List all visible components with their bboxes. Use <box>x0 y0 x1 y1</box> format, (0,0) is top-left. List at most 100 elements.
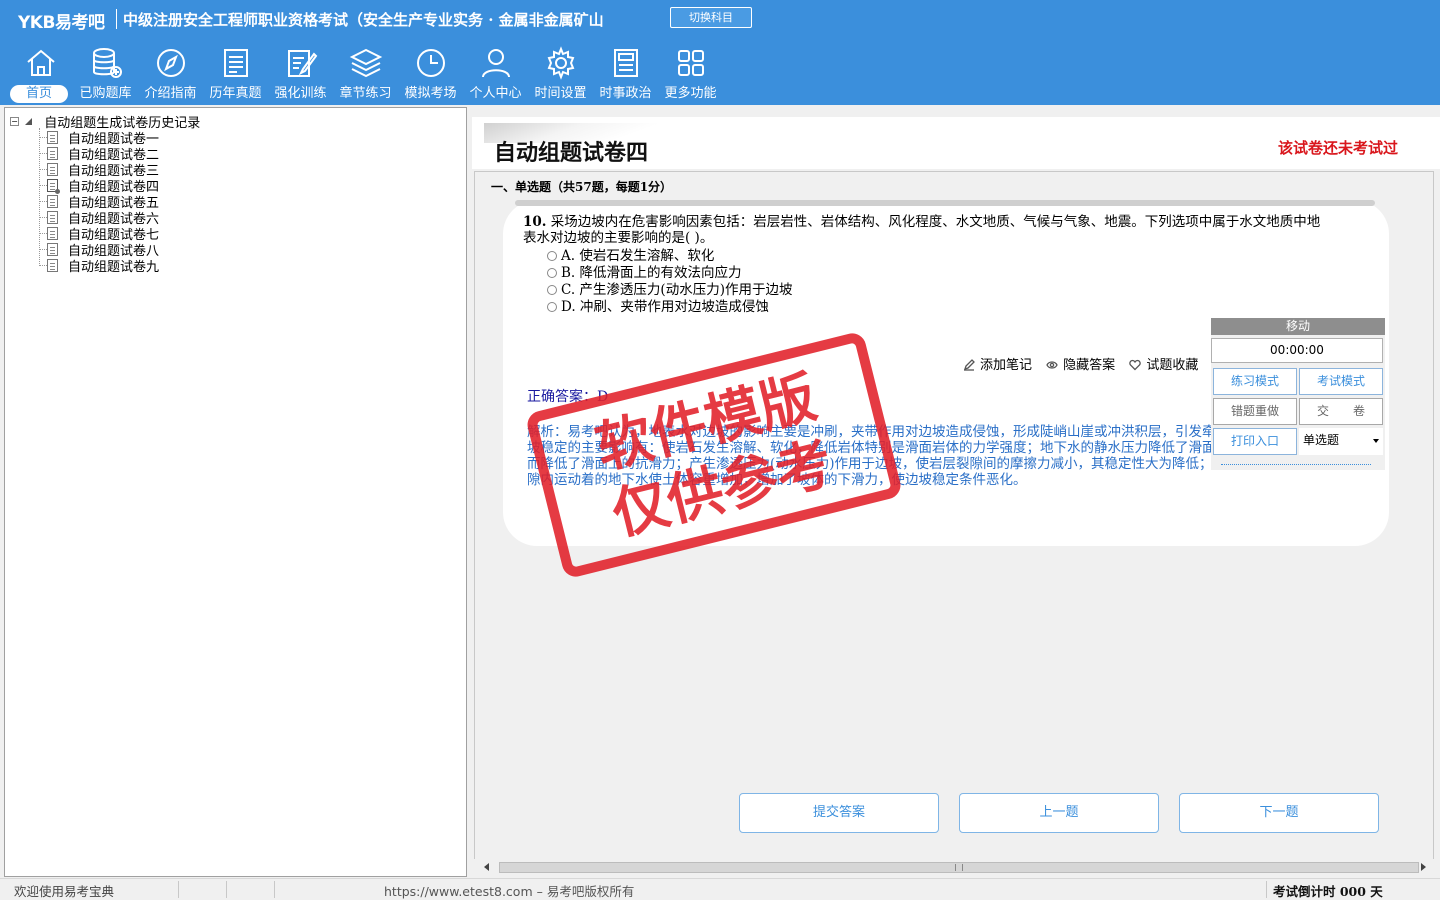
exam-content: 自动组题试卷四 该试卷还未考试过 一、单选题（共57题，每题1分） 10. 采场… <box>472 107 1440 877</box>
question-stem: 采场边坡内在危害影响因素包括：岩层岩性、岩体结构、风化程度、水文地质、气候与气象… <box>523 214 1321 246</box>
tree-item[interactable]: 自动组题试卷五 <box>39 192 159 211</box>
tree-item[interactable]: 自动组题试卷九 <box>39 256 160 275</box>
hide-answer-label: 隐藏答案 <box>1063 358 1116 373</box>
compass-icon <box>157 49 185 77</box>
favorite-button[interactable]: 试题收藏 <box>1129 358 1198 373</box>
app-logo: YKB易考吧 <box>18 13 105 33</box>
page-title: 自动组题试卷四 <box>494 140 649 166</box>
nav-purchased[interactable]: 已购题库 <box>73 44 138 104</box>
scrollbar-thumb[interactable] <box>499 862 1419 873</box>
title-row: YKB易考吧 中级注册安全工程师职业资格考试（安全生产专业实务 · 金属非金属矿… <box>0 0 1440 36</box>
exam-control-panel: 移动 00:00:00 练习模式 考试模式 错题重做 交 卷 打印入口 单选题 <box>1211 318 1385 470</box>
horizontal-scrollbar[interactable] <box>474 859 1436 875</box>
nav-guide[interactable]: 介绍指南 <box>138 44 203 104</box>
radio-button[interactable] <box>547 285 557 295</box>
scroll-left-icon[interactable] <box>484 863 489 871</box>
add-note-label: 添加笔记 <box>980 358 1033 373</box>
heart-icon <box>1129 359 1142 371</box>
tree-item-label: 自动组题试卷九 <box>68 260 160 275</box>
nav-more-label: 更多功能 <box>664 86 717 101</box>
switch-subject-button[interactable]: 切换科目 <box>670 7 752 28</box>
nav-training[interactable]: 强化训练 <box>268 44 333 104</box>
previous-question-button[interactable]: 上一题 <box>959 793 1159 833</box>
document-icon <box>47 131 58 144</box>
radio-button[interactable] <box>547 268 557 278</box>
copyright-text: https://www.etest8.com – 易考吧版权所有 <box>384 884 635 899</box>
nav-home[interactable]: 首页 <box>8 44 73 104</box>
option-a[interactable]: A. 使岩石发生溶解、软化 <box>547 248 792 265</box>
option-label: D. 冲刷、夹带作用对边坡造成侵蚀 <box>561 299 769 315</box>
nav-profile[interactable]: 个人中心 <box>463 44 528 104</box>
tree-root[interactable]: − 自动组题生成试卷历史记录 <box>10 112 200 131</box>
status-divider <box>274 881 275 898</box>
option-label: C. 产生渗透压力(动水压力)作用于边坡 <box>561 282 793 298</box>
tree-item[interactable]: 自动组题试卷七 <box>39 224 159 243</box>
tree-items: 自动组题试卷一 自动组题试卷二 自动组题试卷三 自动组题试卷四 自动组题试卷五 … <box>39 128 160 275</box>
nav-home-label: 首页 <box>10 85 68 103</box>
exam-countdown: 考试倒计时 000 天 <box>1273 884 1383 899</box>
correct-answer: 正确答案：D <box>527 389 609 405</box>
home-icon <box>27 49 55 76</box>
nav-past-papers[interactable]: 历年真题 <box>203 44 268 104</box>
database-icon <box>93 48 122 78</box>
tree-connector <box>39 153 47 154</box>
document-icon <box>47 227 58 240</box>
edit-doc-icon <box>288 50 318 77</box>
submit-paper-button[interactable]: 交 卷 <box>1299 398 1383 425</box>
main-nav: 首页 已购题库 介绍指南 历年真题 强化训练 章节练习 模拟考场 个人中心 时间… <box>8 44 723 104</box>
submit-answer-button[interactable]: 提交答案 <box>739 793 939 833</box>
document-icon <box>47 147 58 160</box>
nav-current-affairs[interactable]: 时事政治 <box>593 44 658 104</box>
status-divider <box>226 881 227 898</box>
option-d[interactable]: D. 冲刷、夹带作用对边坡造成侵蚀 <box>547 299 792 316</box>
tree-item[interactable]: 自动组题试卷二 <box>39 144 159 163</box>
top-header: YKB易考吧 中级注册安全工程师职业资格考试（安全生产专业实务 · 金属非金属矿… <box>0 0 1440 105</box>
nav-profile-label: 个人中心 <box>469 86 522 101</box>
add-note-button[interactable]: 添加笔记 <box>963 358 1036 373</box>
title-separator <box>116 9 117 29</box>
scroll-right-icon[interactable] <box>1421 863 1426 871</box>
hide-answer-button[interactable]: 隐藏答案 <box>1046 358 1119 373</box>
tree-item[interactable]: 自动组题试卷六 <box>39 208 159 227</box>
document-icon <box>47 163 58 176</box>
grid-icon <box>678 50 704 76</box>
nav-time-settings[interactable]: 时间设置 <box>528 44 593 104</box>
tree-item[interactable]: 自动组题试卷一 <box>39 128 159 147</box>
tree-connector <box>39 249 47 250</box>
section-title: 一、单选题（共57题，每题1分） <box>491 180 673 194</box>
document-icon <box>47 211 58 224</box>
tree-connector <box>39 233 47 234</box>
nav-mock-exam-label: 模拟考场 <box>404 86 457 101</box>
nav-more[interactable]: 更多功能 <box>658 44 723 104</box>
tree-item[interactable]: 自动组题试卷三 <box>39 160 159 179</box>
option-label: B. 降低滑面上的有效法向应力 <box>561 265 742 281</box>
move-handle[interactable]: 移动 <box>1211 318 1385 335</box>
redo-wrong-button[interactable]: 错题重做 <box>1213 398 1297 425</box>
collapse-toggle-icon[interactable]: − <box>10 117 19 126</box>
print-button[interactable]: 打印入口 <box>1213 428 1297 455</box>
option-c[interactable]: C. 产生渗透压力(动水压力)作用于边坡 <box>547 282 792 299</box>
option-b[interactable]: B. 降低滑面上的有效法向应力 <box>547 265 792 282</box>
paper-header: 自动组题试卷四 该试卷还未考试过 <box>472 117 1440 169</box>
tree-connector <box>39 217 47 218</box>
radio-button[interactable] <box>547 251 557 261</box>
status-divider <box>1266 881 1267 898</box>
next-question-button[interactable]: 下一题 <box>1179 793 1379 833</box>
nav-current-affairs-label: 时事政治 <box>599 86 652 101</box>
nav-mock-exam[interactable]: 模拟考场 <box>398 44 463 104</box>
exam-timer: 00:00:00 <box>1211 338 1383 363</box>
question-text: 10. 采场边坡内在危害影响因素包括：岩层岩性、岩体结构、风化程度、水文地质、气… <box>523 214 1333 246</box>
nav-guide-label: 介绍指南 <box>144 86 197 101</box>
nav-past-papers-label: 历年真题 <box>209 86 262 101</box>
tree-item[interactable]: 自动组题试卷八 <box>39 240 159 259</box>
question-type-select[interactable]: 单选题 <box>1299 428 1383 455</box>
tree-item-selected[interactable]: 自动组题试卷四 <box>39 176 159 195</box>
exam-mode-button[interactable]: 考试模式 <box>1299 368 1383 395</box>
practice-mode-button[interactable]: 练习模式 <box>1213 368 1297 395</box>
newspaper-icon <box>614 49 638 77</box>
app-window: YKB易考吧 中级注册安全工程师职业资格考试（安全生产专业实务 · 金属非金属矿… <box>0 0 1440 900</box>
nav-chapter[interactable]: 章节练习 <box>333 44 398 104</box>
favorite-label: 试题收藏 <box>1146 358 1199 373</box>
card-top-bar <box>515 200 1375 206</box>
radio-button[interactable] <box>547 302 557 312</box>
